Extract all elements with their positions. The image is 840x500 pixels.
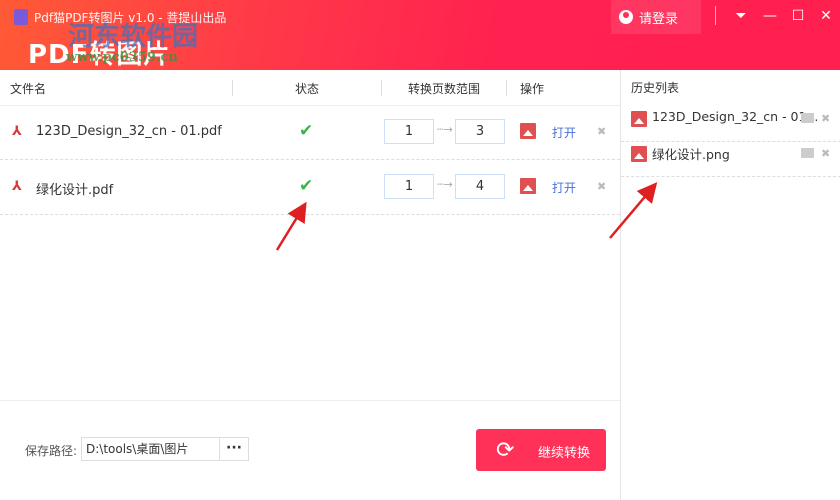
remove-icon[interactable]: ✖	[821, 112, 830, 125]
menu-dropdown-icon[interactable]: ⏷	[731, 6, 751, 26]
history-panel: 历史列表 123D_Design_32_cn - 01... ✖ 绿化设计.pn…	[620, 70, 840, 500]
arrow-icon: ┄→	[437, 123, 453, 136]
pdf-icon: ⅄	[12, 124, 22, 139]
col-divider	[506, 80, 507, 96]
history-title: 历史列表	[631, 81, 680, 95]
check-icon: ✔	[299, 176, 314, 196]
save-path-input[interactable]: D:\tools\桌面\图片	[81, 437, 220, 461]
folder-icon[interactable]	[801, 113, 814, 123]
divider	[715, 6, 716, 25]
remove-icon[interactable]: ✖	[597, 125, 606, 138]
page-to-input[interactable]: 4	[455, 174, 505, 199]
arrow-icon: ┄→	[437, 178, 453, 191]
login-button[interactable]: 请登录	[611, 0, 701, 34]
col-action: 操作	[520, 82, 545, 96]
browse-button[interactable]: ···	[219, 437, 249, 461]
user-icon	[619, 10, 633, 24]
remove-icon[interactable]: ✖	[597, 180, 606, 193]
convert-button[interactable]: ⟳ 继续转换	[476, 429, 606, 471]
image-icon[interactable]	[520, 123, 536, 139]
watermark: 河东软件园	[68, 22, 199, 52]
save-path-label: 保存路径:	[25, 444, 78, 458]
table-header: 文件名 状态 转换页数范围 操作	[0, 70, 620, 106]
history-item[interactable]: 绿化设计.png ✖	[621, 132, 840, 177]
history-name: 绿化设计.png	[652, 147, 730, 162]
page-from-input[interactable]: 1	[384, 174, 434, 199]
page-from-input[interactable]: 1	[384, 119, 434, 144]
app-logo-icon	[14, 9, 28, 25]
col-divider	[381, 80, 382, 96]
col-status: 状态	[295, 82, 320, 96]
open-link[interactable]: 打开	[552, 124, 576, 141]
file-name: 绿化设计.pdf	[36, 183, 114, 198]
check-icon: ✔	[299, 121, 314, 141]
image-icon	[631, 146, 647, 162]
open-link[interactable]: 打开	[552, 179, 576, 196]
watermark-url: www.pc0359.cn	[66, 50, 178, 65]
image-icon[interactable]	[520, 178, 536, 194]
refresh-icon: ⟳	[496, 438, 515, 463]
maximize-icon[interactable]: ☐	[788, 6, 808, 26]
close-icon[interactable]: ✕	[816, 6, 836, 26]
col-filename: 文件名	[10, 82, 47, 96]
image-icon	[631, 111, 647, 127]
login-label: 请登录	[639, 11, 679, 27]
page-to-input[interactable]: 3	[455, 119, 505, 144]
folder-icon[interactable]	[801, 148, 814, 158]
convert-label: 继续转换	[538, 446, 591, 461]
col-range: 转换页数范围	[408, 82, 481, 96]
pdf-icon: ⅄	[12, 179, 22, 194]
remove-icon[interactable]: ✖	[821, 147, 830, 160]
table-row: ⅄ 绿化设计.pdf ✔ 1 ┄→ 4 打开 ✖	[0, 160, 620, 215]
col-divider	[232, 80, 233, 96]
history-name: 123D_Design_32_cn - 01...	[652, 109, 819, 124]
file-name: 123D_Design_32_cn - 01.pdf	[36, 124, 222, 139]
minimize-icon[interactable]: —	[760, 6, 780, 26]
title-bar: Pdf猫PDF转图片 v1.0 - 菩提山出品 PDF转图片 河东软件园 www…	[0, 0, 840, 70]
table-row: ⅄ 123D_Design_32_cn - 01.pdf ✔ 1 ┄→ 3 打开…	[0, 105, 620, 160]
